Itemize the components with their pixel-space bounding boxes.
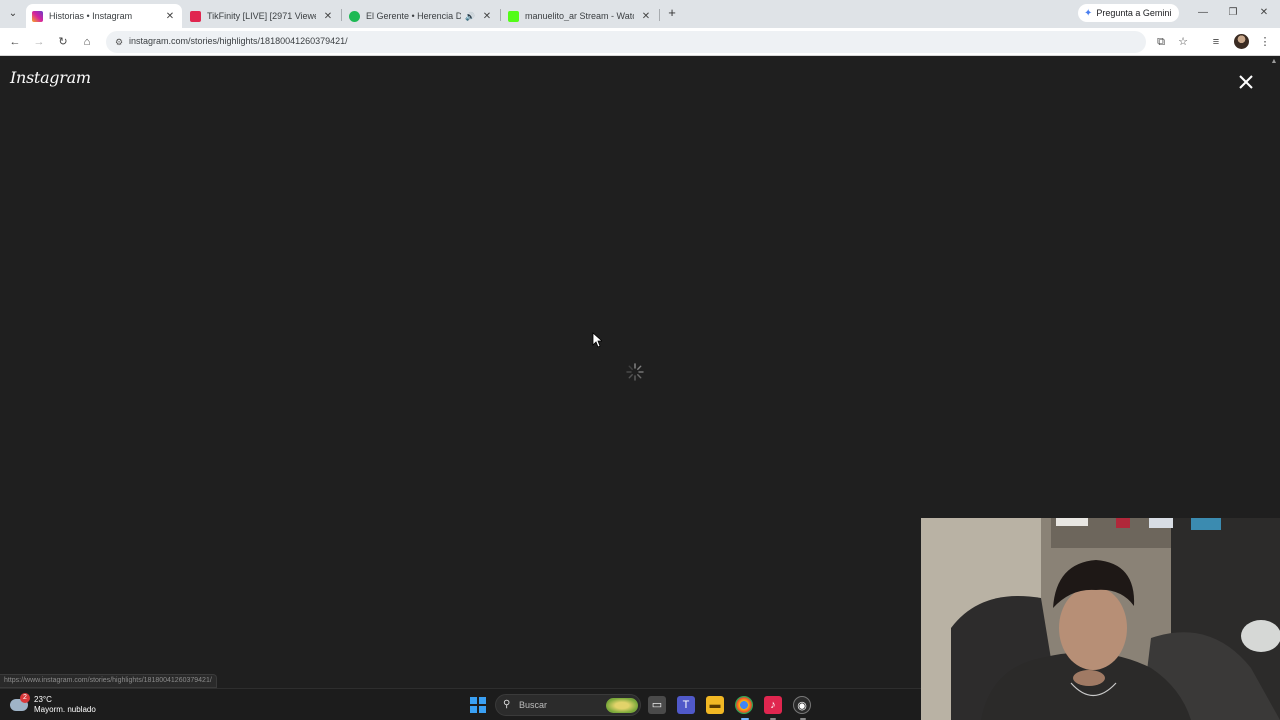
instagram-favicon-icon	[32, 10, 43, 22]
install-app-icon[interactable]: ⧉	[1153, 34, 1169, 50]
tab-separator	[341, 9, 342, 21]
profile-avatar[interactable]	[1234, 34, 1249, 49]
file-explorer-icon[interactable]: ▬	[706, 696, 724, 714]
tab-separator	[500, 9, 501, 21]
browser-toolbar: ← → ↻ ⌂ ⚙ instagram.com/stories/highligh…	[0, 28, 1280, 56]
tikfinity-favicon-icon	[190, 10, 201, 22]
close-tab-icon[interactable]: ✕	[481, 11, 493, 22]
tab-search-chevron-icon[interactable]: ⌄	[4, 5, 22, 23]
weather-temperature: 23°C	[34, 695, 52, 704]
chrome-icon[interactable]	[735, 696, 753, 714]
task-view-icon[interactable]: ▭	[648, 696, 666, 714]
tab-kick[interactable]: manuelito_ar Stream - Watch L ✕	[502, 4, 658, 28]
tab-label: manuelito_ar Stream - Watch L	[525, 11, 634, 21]
tab-separator	[659, 9, 660, 21]
tab-label: El Gerente • Herencia De G	[366, 11, 462, 21]
obs-icon[interactable]: ◉	[793, 696, 811, 714]
instagram-logo[interactable]: Instagram	[10, 68, 91, 87]
restore-icon[interactable]: ❐	[1226, 6, 1240, 20]
menu-kebab-icon[interactable]: ⋮	[1257, 34, 1273, 50]
tab-spotify[interactable]: El Gerente • Herencia De G 🔊 ✕	[343, 4, 499, 28]
tab-label: TikFinity [LIVE] [2971 Viewers]	[207, 11, 316, 21]
media-control-icon[interactable]: ≡	[1208, 34, 1224, 50]
windows-start-icon[interactable]	[470, 697, 486, 713]
screen: ⌄ Historias • Instagram ✕ TikFinity [LIV…	[0, 0, 1280, 720]
close-story-icon[interactable]	[1235, 71, 1257, 93]
address-url[interactable]: instagram.com/stories/highlights/1818004…	[129, 36, 348, 46]
close-tab-icon[interactable]: ✕	[640, 11, 652, 22]
webcam-overlay	[921, 518, 1280, 720]
scroll-up-arrow-icon[interactable]: ▲	[1270, 58, 1278, 66]
tab-tikfinity[interactable]: TikFinity [LIVE] [2971 Viewers] ✕	[184, 4, 340, 28]
bookmark-star-icon[interactable]: ☆	[1175, 34, 1191, 50]
gemini-button[interactable]: ✦ Pregunta a Gemini	[1078, 4, 1180, 22]
search-icon: ⚲	[503, 699, 511, 710]
forward-icon[interactable]: →	[31, 34, 47, 50]
gemini-label: Pregunta a Gemini	[1096, 8, 1172, 18]
back-icon[interactable]: ←	[7, 34, 23, 50]
tab-strip: ⌄ Historias • Instagram ✕ TikFinity [LIV…	[0, 0, 1280, 28]
window-close-icon[interactable]: ✕	[1257, 6, 1271, 20]
weather-widget[interactable]: 2 23°C Mayorm. nublado	[10, 693, 96, 717]
spotify-favicon-icon	[349, 10, 360, 22]
site-info-icon[interactable]: ⚙	[112, 35, 126, 49]
close-tab-icon[interactable]: ✕	[322, 11, 334, 22]
mouse-cursor-icon	[592, 332, 602, 348]
weather-condition: Mayorm. nublado	[34, 705, 96, 714]
taskbar-search[interactable]: ⚲ Buscar	[495, 694, 641, 716]
gemini-sparkle-icon: ✦	[1084, 7, 1093, 19]
webcam-feed-image	[921, 518, 1280, 720]
search-placeholder: Buscar	[519, 700, 548, 710]
audio-playing-icon[interactable]: 🔊	[465, 12, 475, 21]
notification-badge: 2	[20, 693, 30, 703]
close-tab-icon[interactable]: ✕	[164, 11, 176, 22]
minimize-icon[interactable]: —	[1196, 6, 1210, 20]
tab-label: Historias • Instagram	[49, 11, 133, 21]
search-highlight-image	[606, 698, 638, 713]
new-tab-button[interactable]: +	[665, 6, 679, 20]
kick-favicon-icon	[508, 10, 519, 22]
home-icon[interactable]: ⌂	[79, 34, 95, 50]
loading-spinner-icon	[626, 363, 644, 381]
reload-icon[interactable]: ↻	[55, 34, 71, 50]
cloud-weather-icon: 2	[10, 693, 30, 711]
teams-icon[interactable]: T	[677, 696, 695, 714]
tikfinity-app-icon[interactable]: ♪	[764, 696, 782, 714]
tab-instagram[interactable]: Historias • Instagram ✕	[26, 4, 182, 28]
address-bar[interactable]: ⚙ instagram.com/stories/highlights/18180…	[106, 31, 1146, 53]
link-status-bubble: https://www.instagram.com/stories/highli…	[0, 674, 217, 688]
